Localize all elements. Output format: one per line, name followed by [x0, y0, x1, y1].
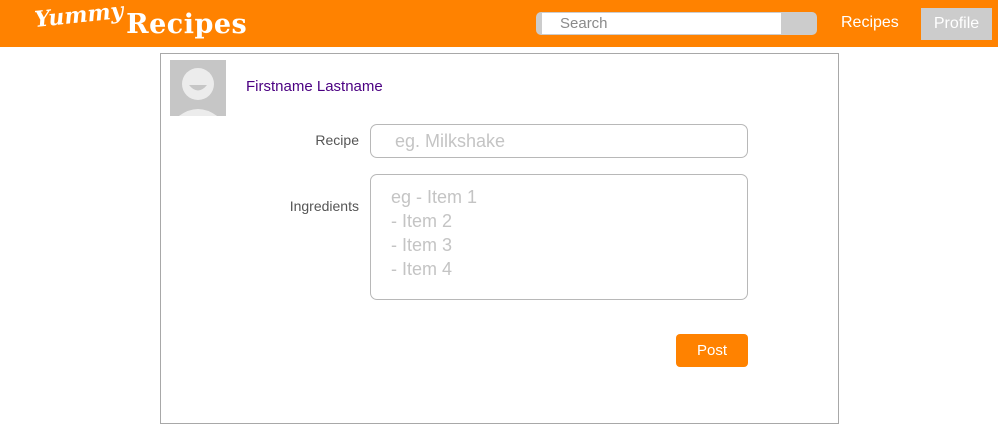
new-recipe-post-card: Firstname Lastname Recipe Ingredients Po… [160, 53, 839, 424]
logo-text-recipes: Recipes [126, 9, 248, 40]
yummy-recipes-logo[interactable]: YummyRecipes [33, 0, 247, 40]
default-avatar-graphic [170, 60, 226, 116]
search-bar [536, 12, 817, 35]
recipe-label: Recipe [315, 132, 359, 148]
nav-recipes-link[interactable]: Recipes [841, 14, 899, 32]
ingredients-textarea[interactable] [370, 174, 748, 300]
recipe-name-input[interactable] [370, 124, 748, 158]
user-avatar-icon [170, 60, 226, 116]
post-button[interactable]: Post [676, 334, 748, 367]
search-input[interactable] [542, 13, 781, 34]
ingredients-label: Ingredients [289, 198, 359, 214]
top-navigation-bar: YummyRecipes Recipes Profile [0, 0, 998, 47]
logo-text-yummy: Yummy [33, 0, 125, 33]
search-button[interactable] [782, 12, 817, 35]
nav-profile-tab[interactable]: Profile [921, 8, 992, 40]
user-name[interactable]: Firstname Lastname [246, 78, 383, 95]
